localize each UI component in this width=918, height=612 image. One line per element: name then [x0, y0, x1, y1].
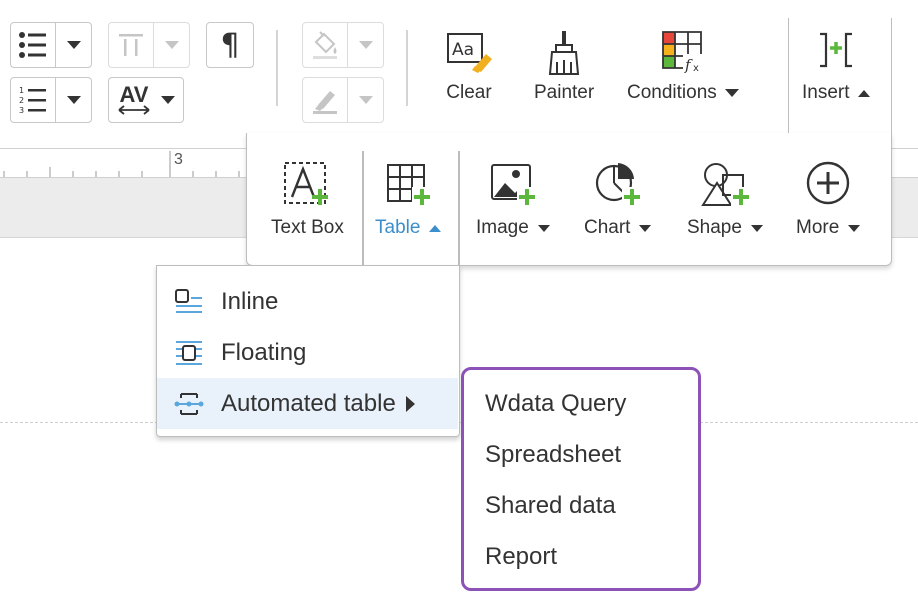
chart-button[interactable]: Chart: [584, 161, 652, 239]
menu-item-label: Floating: [221, 338, 307, 366]
menu-item-floating[interactable]: Floating: [157, 327, 458, 378]
character-spacing-glyph: AV: [119, 82, 149, 107]
submenu-item-wdata-query[interactable]: Wdata Query: [485, 390, 626, 418]
text-box-button[interactable]: Text Box: [271, 161, 344, 239]
ruler-mark: 3: [174, 151, 183, 168]
chevron-down-icon: [161, 96, 175, 104]
more-label-row: More: [796, 217, 861, 239]
menu-item-inline[interactable]: Inline: [157, 276, 458, 327]
vertical-align-icon: [109, 23, 153, 67]
chevron-down-icon: [639, 224, 652, 232]
format-painter-button[interactable]: Painter: [534, 30, 594, 104]
chevron-up-icon: [429, 224, 442, 232]
panel-separator: [362, 151, 364, 267]
svg-text:3: 3: [19, 106, 24, 115]
paragraph-mark-icon: ¶: [220, 27, 240, 63]
image-label-row: Image: [476, 217, 550, 239]
chart-label: Chart: [584, 217, 631, 238]
shape-label: Shape: [687, 217, 742, 238]
fill-bucket-icon: [303, 23, 347, 67]
submenu-item-report[interactable]: Report: [485, 543, 557, 571]
bullet-list-dropdown[interactable]: [55, 23, 91, 67]
chevron-down-icon: [164, 41, 179, 49]
conditional-format-icon: f x: [661, 31, 703, 74]
highlighter-dropdown[interactable]: [347, 78, 383, 122]
table-button[interactable]: Table: [375, 161, 442, 239]
image-icon: [490, 164, 537, 207]
format-painter-icon: [548, 31, 580, 75]
clear-format-icon: Aa: [447, 33, 492, 73]
numbered-list-dropdown[interactable]: [55, 78, 91, 122]
chevron-down-icon: [848, 224, 861, 232]
fill-color-button[interactable]: [302, 22, 384, 68]
svg-text:x: x: [693, 63, 699, 74]
numbered-list-icon: 1 2 3: [11, 78, 55, 122]
shape-label-row: Shape: [687, 217, 763, 239]
chevron-down-icon: [537, 224, 550, 232]
shape-icon: [701, 163, 751, 207]
svg-text:1: 1: [19, 86, 24, 95]
character-spacing-button[interactable]: AV: [108, 77, 184, 123]
image-label: Image: [476, 217, 529, 238]
text-box-label: Text Box: [271, 217, 344, 238]
painter-label: Painter: [534, 82, 595, 103]
conditional-format-button[interactable]: f x Conditions: [627, 30, 739, 104]
vertical-align-dropdown[interactable]: [153, 23, 189, 67]
floating-table-icon: [157, 339, 221, 367]
text-box-icon: [284, 162, 329, 205]
table-icon: [387, 164, 433, 207]
chevron-down-icon: [724, 89, 739, 97]
chevron-down-icon: [66, 96, 81, 104]
conditions-label: Conditions: [627, 82, 717, 103]
fill-color-dropdown[interactable]: [347, 23, 383, 67]
bullet-list-button[interactable]: [10, 22, 92, 68]
automated-table-icon: [157, 392, 221, 416]
shape-button[interactable]: Shape: [687, 161, 763, 239]
submenu-item-shared-data[interactable]: Shared data: [485, 492, 616, 520]
insert-panel: Text Box Table Image Chart Shape More: [246, 133, 892, 267]
submenu-arrow-icon: [405, 395, 415, 412]
toolbar-separator: [406, 30, 408, 106]
conditions-label-row: Conditions: [627, 82, 739, 104]
automated-table-submenu: Wdata Query Spreadsheet Shared data Repo…: [461, 367, 701, 591]
svg-text:2: 2: [19, 96, 24, 105]
pie-chart-icon: [595, 163, 642, 207]
more-label: More: [796, 217, 840, 238]
highlighter-icon: [303, 78, 347, 122]
bullet-list-icon: [11, 23, 55, 67]
paragraph-mark-button[interactable]: ¶: [206, 22, 254, 68]
plus-circle-icon: [806, 161, 850, 205]
image-button[interactable]: Image: [476, 161, 550, 239]
menu-item-label: Inline: [221, 287, 279, 315]
character-spacing-icon: AV: [109, 78, 159, 122]
insert-tab-outline: [788, 18, 892, 135]
chevron-down-icon: [358, 41, 373, 49]
chart-label-row: Chart: [584, 217, 652, 239]
menu-item-label: Automated table: [221, 389, 396, 417]
svg-text:Aa: Aa: [452, 40, 474, 60]
ribbon-toolbar: 1 2 3 AV ¶ Aa Clear Painter f x Conditio…: [0, 0, 918, 148]
submenu-item-spreadsheet[interactable]: Spreadsheet: [485, 441, 621, 469]
table-label-row: Table: [375, 217, 442, 239]
highlighter-button[interactable]: [302, 77, 384, 123]
chevron-down-icon: [358, 96, 373, 104]
table-label: Table: [375, 217, 421, 238]
more-button[interactable]: More: [796, 161, 861, 239]
clear-label: Clear: [446, 82, 492, 103]
inline-table-icon: [157, 288, 221, 316]
numbered-list-button[interactable]: 1 2 3: [10, 77, 92, 123]
panel-separator: [458, 151, 460, 267]
chevron-down-icon: [66, 41, 81, 49]
menu-item-automated-table[interactable]: Automated table: [157, 378, 458, 429]
clear-format-button[interactable]: Aa Clear: [444, 30, 494, 104]
chevron-down-icon: [750, 224, 763, 232]
table-dropdown-menu: Inline Floating Automated table: [156, 265, 460, 437]
vertical-align-button[interactable]: [108, 22, 190, 68]
toolbar-separator: [276, 30, 278, 106]
